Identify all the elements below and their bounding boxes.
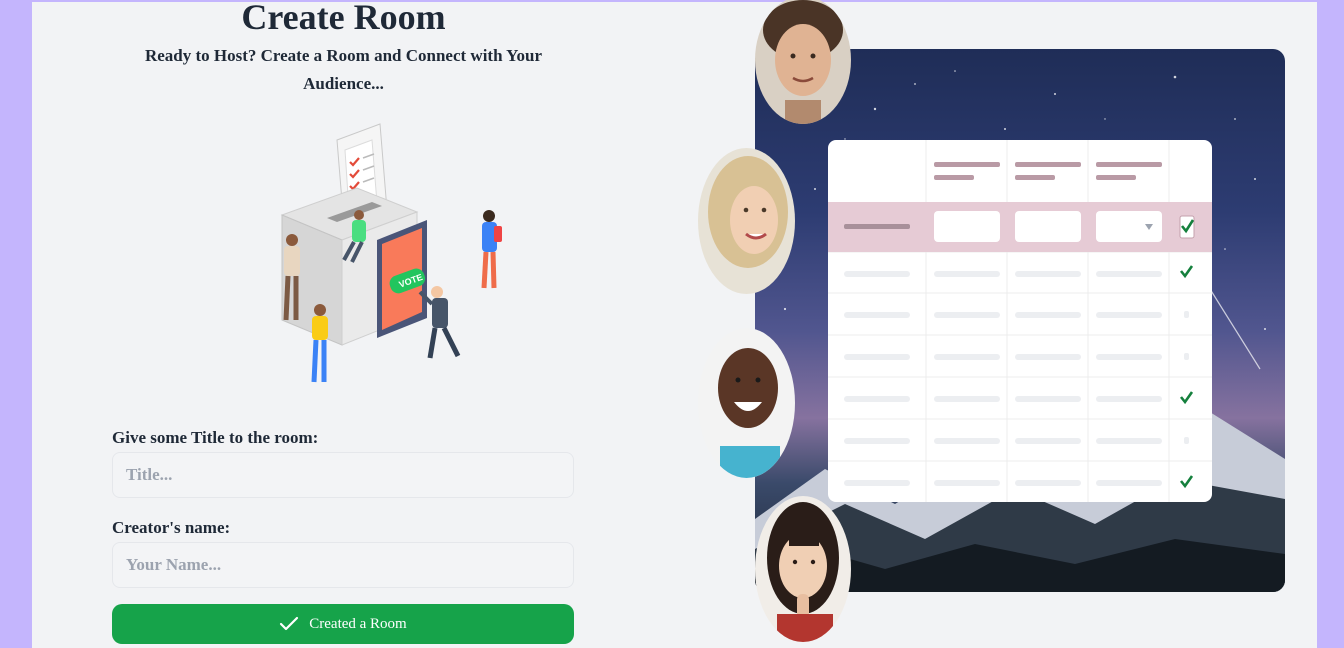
create-room-button[interactable]: Created a Room xyxy=(112,604,574,644)
main-panel: Create Room Ready to Host? Create a Room… xyxy=(32,0,1317,648)
page-subtitle: Ready to Host? Create a Room and Connect… xyxy=(144,46,543,93)
check-icon xyxy=(280,616,299,631)
checkmark-icon xyxy=(1179,391,1194,405)
checkmark-icon xyxy=(1179,475,1194,489)
voting-table-graphic xyxy=(828,140,1212,502)
create-room-section: Create Room Ready to Host? Create a Room… xyxy=(32,0,652,648)
create-room-button-label: Created a Room xyxy=(309,615,407,632)
voting-table-card xyxy=(828,140,1212,502)
room-title-input[interactable] xyxy=(112,452,574,498)
avatar-man-curly-hair xyxy=(755,0,851,124)
avatar-blonde-woman xyxy=(698,148,795,294)
avatar-smiling-man xyxy=(698,328,795,478)
room-title-label: Give some Title to the room: xyxy=(112,428,319,447)
checkmark-icon xyxy=(1179,265,1194,279)
page-title: Create Room xyxy=(241,0,446,37)
person-backpack xyxy=(481,210,502,289)
avatar-woman-thinking xyxy=(755,496,851,642)
voting-illustration: VOTE xyxy=(280,123,502,383)
phone-graphic: VOTE xyxy=(377,220,427,338)
hero-illustration xyxy=(692,0,1317,648)
creator-name-input[interactable] xyxy=(112,542,574,588)
person-pushing xyxy=(418,286,461,359)
creator-name-label: Creator's name: xyxy=(112,518,231,537)
